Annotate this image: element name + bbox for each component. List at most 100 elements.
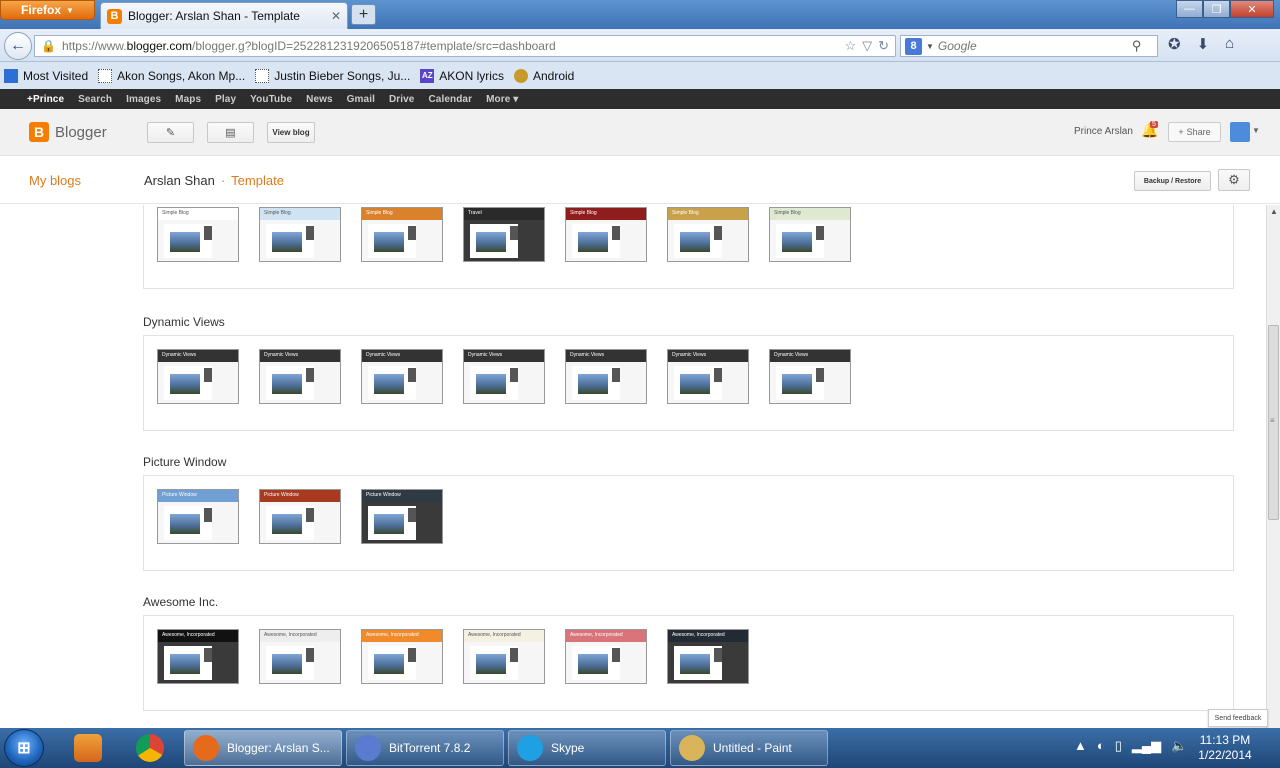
- thumbnail-title: Dynamic Views: [468, 352, 503, 358]
- template-thumbnail[interactable]: Simple Blog: [667, 207, 749, 262]
- system-clock[interactable]: 11:13 PM 1/22/2014: [1190, 733, 1260, 763]
- chevron-down-icon[interactable]: ▽: [862, 38, 872, 54]
- template-thumbnail[interactable]: Simple Blog: [769, 207, 851, 262]
- chevron-down-icon[interactable]: ▼: [1252, 126, 1260, 135]
- template-thumbnail[interactable]: Dynamic Views: [565, 349, 647, 404]
- taskbar-item-firefox[interactable]: Blogger: Arslan S...: [184, 730, 342, 766]
- thumbnail-header: Awesome, Incorporated: [668, 630, 748, 642]
- magnifier-icon[interactable]: ⚲: [1132, 38, 1142, 54]
- browser-tab[interactable]: B Blogger: Arslan Shan - Template ✕: [100, 2, 348, 29]
- template-thumbnail[interactable]: Dynamic Views: [769, 349, 851, 404]
- device-icon[interactable]: ▯: [1115, 738, 1122, 754]
- gbar-link-profile[interactable]: +Prince: [20, 94, 71, 105]
- bookmark-akon-songs[interactable]: Akon Songs, Akon Mp...: [98, 68, 246, 83]
- template-thumbnail[interactable]: Travel: [463, 207, 545, 262]
- thumbnail-image: [374, 374, 404, 394]
- bookmark-android[interactable]: Android: [513, 68, 574, 83]
- volume-icon[interactable]: 🔈: [1171, 738, 1187, 754]
- view-blog-button[interactable]: View blog: [267, 122, 315, 143]
- taskbar-item-paint[interactable]: Untitled - Paint: [670, 730, 828, 766]
- backup-restore-button[interactable]: Backup / Restore: [1134, 171, 1211, 191]
- breadcrumb-blog-name[interactable]: Arslan Shan: [144, 173, 215, 188]
- template-thumbnail[interactable]: Simple Blog: [259, 207, 341, 262]
- gbar-link-images[interactable]: Images: [119, 94, 168, 105]
- thumbnail-image: [476, 232, 506, 252]
- google-search-icon[interactable]: 8: [905, 37, 922, 55]
- close-window-button[interactable]: ✕: [1230, 0, 1274, 18]
- template-thumbnail[interactable]: Simple Blog: [361, 207, 443, 262]
- gbar-link-calendar[interactable]: Calendar: [421, 94, 479, 105]
- new-tab-button[interactable]: +: [351, 4, 376, 25]
- url-bar[interactable]: 🔒 https://www. blogger.com/blogger.g?blog…: [34, 35, 896, 57]
- bookmark-label: Akon Songs, Akon Mp...: [117, 68, 246, 83]
- bookmark-justin-bieber[interactable]: Justin Bieber Songs, Ju...: [255, 68, 410, 83]
- template-thumbnail[interactable]: Awesome, Incorporated: [565, 629, 647, 684]
- template-thumbnail[interactable]: Awesome, Incorporated: [463, 629, 545, 684]
- gbar-link-youtube[interactable]: YouTube: [243, 94, 299, 105]
- posts-list-button[interactable]: ▤: [207, 122, 254, 143]
- minimize-button[interactable]: —: [1176, 0, 1203, 18]
- signal-icon[interactable]: ▂▄▆: [1132, 738, 1161, 754]
- start-button[interactable]: ⊞: [4, 729, 44, 767]
- template-thumbnail[interactable]: Awesome, Incorporated: [259, 629, 341, 684]
- thumbnail-image: [578, 654, 608, 674]
- template-thumbnail[interactable]: Dynamic Views: [361, 349, 443, 404]
- bookmark-star-icon[interactable]: ☆: [844, 38, 856, 54]
- blogger-logo[interactable]: B Blogger: [29, 122, 107, 142]
- downloads-icon[interactable]: ⬇: [1197, 35, 1210, 53]
- send-feedback-button[interactable]: Send feedback: [1208, 709, 1268, 727]
- page-scrollbar[interactable]: ▲ ≡: [1266, 205, 1280, 728]
- taskbar-item-bittorrent[interactable]: BitTorrent 7.8.2: [346, 730, 504, 766]
- show-hidden-icons-icon[interactable]: ▲: [1074, 738, 1087, 754]
- back-button[interactable]: ←: [4, 32, 32, 60]
- search-input[interactable]: [937, 39, 1128, 53]
- template-thumbnail[interactable]: Dynamic Views: [157, 349, 239, 404]
- new-post-button[interactable]: ✎: [147, 122, 194, 143]
- scrollbar-thumb[interactable]: ≡: [1268, 325, 1279, 520]
- thumbnail-title: Awesome, Incorporated: [366, 632, 419, 638]
- chevron-down-icon[interactable]: ▼: [926, 42, 934, 51]
- tab-close-icon[interactable]: ✕: [331, 9, 341, 23]
- home-icon[interactable]: ⌂: [1225, 35, 1234, 53]
- gbar-link-news[interactable]: News: [299, 94, 340, 105]
- gbar-link-search[interactable]: Search: [71, 94, 119, 105]
- template-thumbnail[interactable]: Simple Blog: [157, 207, 239, 262]
- thumbnail-sidebar: [510, 368, 518, 382]
- pinned-chrome[interactable]: [124, 730, 176, 766]
- network-app-icon[interactable]: ◐: [1097, 738, 1105, 754]
- azlyrics-icon: AZ: [420, 68, 435, 83]
- gbar-link-maps[interactable]: Maps: [168, 94, 208, 105]
- gbar-link-gmail[interactable]: Gmail: [340, 94, 382, 105]
- gbar-link-drive[interactable]: Drive: [382, 94, 422, 105]
- template-thumbnail[interactable]: Dynamic Views: [259, 349, 341, 404]
- template-thumbnail[interactable]: Picture Window: [157, 489, 239, 544]
- bookmark-akon-lyrics[interactable]: AZ AKON lyrics: [420, 68, 504, 83]
- gbar-link-more[interactable]: More ▾: [479, 94, 525, 105]
- bookmarks-menu-icon[interactable]: ✪: [1168, 35, 1181, 53]
- my-blogs-link[interactable]: My blogs: [29, 173, 81, 188]
- scroll-up-arrow-icon[interactable]: ▲: [1270, 207, 1278, 216]
- bookmarks-bar: Most Visited Akon Songs, Akon Mp... Just…: [0, 62, 1280, 89]
- template-thumbnail[interactable]: Picture Window: [259, 489, 341, 544]
- pinned-media-player[interactable]: [62, 730, 114, 766]
- thumbnail-header: Simple Blog: [362, 208, 442, 220]
- template-thumbnail[interactable]: Awesome, Incorporated: [667, 629, 749, 684]
- restore-button[interactable]: ❐: [1203, 0, 1230, 18]
- firefox-menu-button[interactable]: Firefox ▼: [0, 0, 95, 20]
- settings-button[interactable]: ⚙: [1218, 169, 1250, 191]
- thumbnail-image: [272, 654, 302, 674]
- reload-icon[interactable]: ↻: [878, 38, 889, 54]
- user-name[interactable]: Prince Arslan: [1074, 126, 1133, 137]
- taskbar-item-skype[interactable]: Skype: [508, 730, 666, 766]
- bittorrent-icon: [355, 735, 381, 761]
- template-thumbnail[interactable]: Simple Blog: [565, 207, 647, 262]
- avatar[interactable]: [1230, 122, 1250, 142]
- bookmark-most-visited[interactable]: Most Visited: [4, 68, 88, 83]
- template-thumbnail[interactable]: Picture Window: [361, 489, 443, 544]
- template-thumbnail[interactable]: Awesome, Incorporated: [157, 629, 239, 684]
- template-thumbnail[interactable]: Dynamic Views: [667, 349, 749, 404]
- template-thumbnail[interactable]: Awesome, Incorporated: [361, 629, 443, 684]
- template-thumbnail[interactable]: Dynamic Views: [463, 349, 545, 404]
- gbar-link-play[interactable]: Play: [208, 94, 243, 105]
- share-button[interactable]: + Share: [1168, 122, 1221, 142]
